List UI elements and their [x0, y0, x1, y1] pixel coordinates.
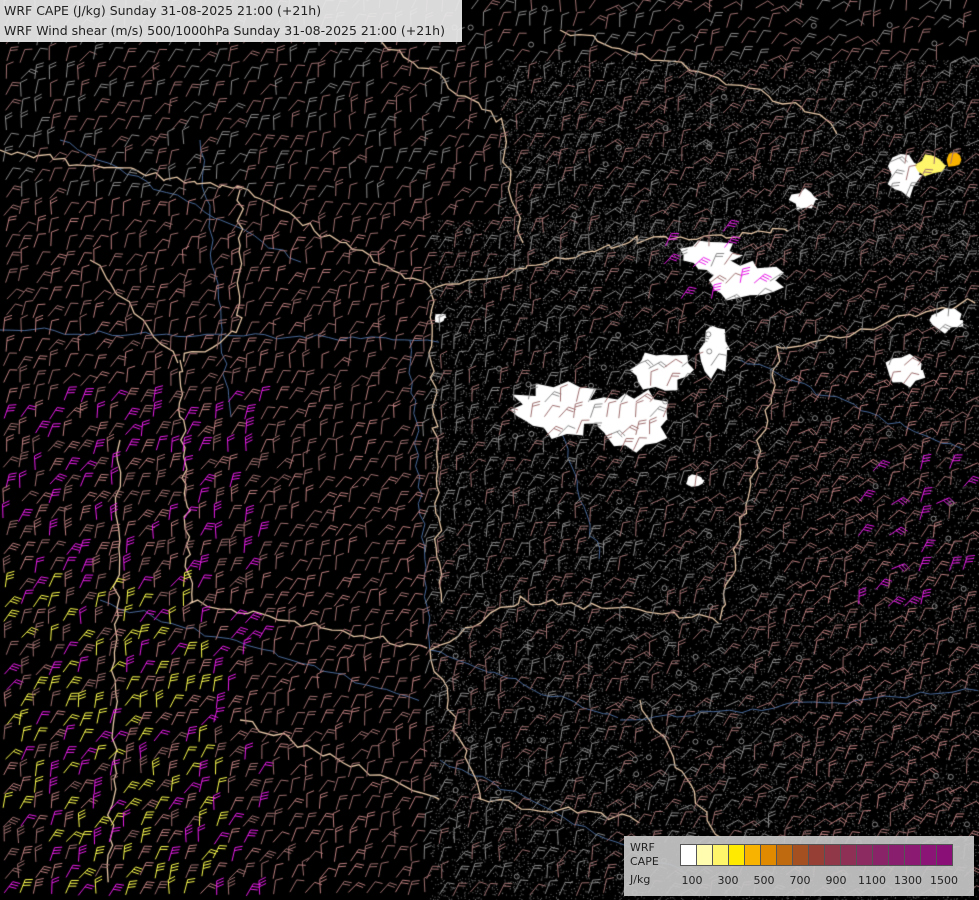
cape-legend: WRF CAPE J/kg 100 300 500 700 900 1100 1300 150… — [624, 836, 974, 896]
legend-tick-label: 300 — [717, 874, 739, 887]
legend-tick-label: 1300 — [894, 874, 922, 887]
legend-color-scale — [680, 844, 953, 866]
legend-swatch — [936, 844, 953, 866]
legend-swatch — [840, 844, 857, 866]
legend-swatch — [904, 844, 921, 866]
legend-tick-label: 100 — [681, 874, 703, 887]
legend-swatch — [888, 844, 905, 866]
weather-map-canvas — [0, 0, 979, 900]
legend-swatch — [728, 844, 745, 866]
cape-title: WRF CAPE (J/kg) Sunday 31-08-2025 21:00 … — [4, 3, 322, 18]
legend-swatch — [824, 844, 841, 866]
legend-swatch — [760, 844, 777, 866]
legend-swatch — [808, 844, 825, 866]
legend-tick-label: 500 — [753, 874, 775, 887]
legend-swatch — [792, 844, 809, 866]
legend-model-label: WRF — [630, 841, 655, 854]
legend-swatch — [712, 844, 729, 866]
legend-swatch — [744, 844, 761, 866]
map-title-box: WRF CAPE (J/kg) Sunday 31-08-2025 21:00 … — [0, 0, 462, 42]
legend-unit-label: J/kg — [630, 873, 651, 886]
legend-swatch — [872, 844, 889, 866]
legend-swatch — [920, 844, 937, 866]
legend-swatch — [680, 844, 697, 866]
legend-swatch — [696, 844, 713, 866]
wind-shear-title: WRF Wind shear (m/s) 500/1000hPa Sunday … — [4, 23, 445, 38]
legend-variable-label: CAPE — [630, 855, 659, 868]
legend-swatch — [856, 844, 873, 866]
legend-tick-label: 1100 — [858, 874, 886, 887]
legend-tick-label: 1500 — [930, 874, 958, 887]
legend-tick-label: 900 — [825, 874, 847, 887]
legend-swatch — [776, 844, 793, 866]
legend-tick-label: 700 — [789, 874, 811, 887]
